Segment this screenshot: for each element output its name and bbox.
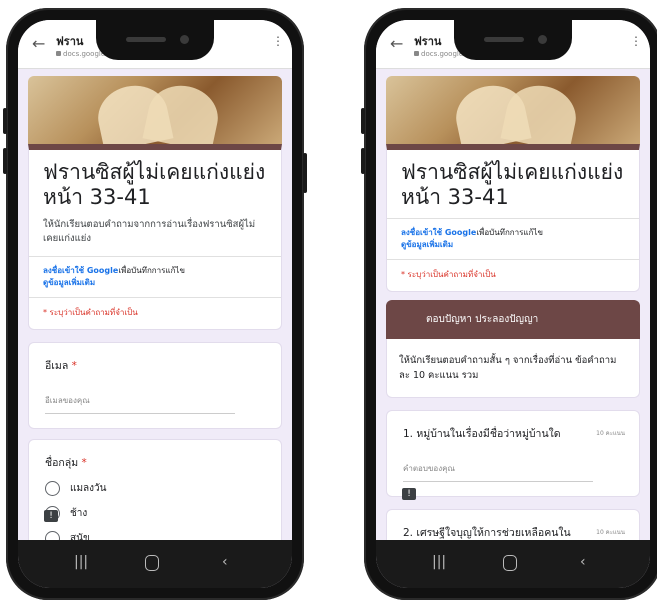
back-arrow-icon[interactable]: ← xyxy=(390,34,403,53)
required-note: * ระบุว่าเป็นคำถามที่จำเป็น xyxy=(43,308,138,317)
feedback-icon[interactable]: ! xyxy=(44,510,58,522)
form-title: ฟรานซิสผู้ไม่เคยแก่งแย่ง หน้า 33-41 xyxy=(401,160,624,209)
radio-option[interactable]: แมลงวัน xyxy=(45,481,267,496)
signin-link[interactable]: ลงชื่อเข้าใช้ Google xyxy=(401,228,476,237)
question-2-label: 2. เศรษฐีใจบุญให้การช่วยเหลือคนในหมู่บ้า… xyxy=(403,527,571,539)
recent-apps-icon[interactable]: ||| xyxy=(74,554,88,570)
feedback-icon[interactable]: ! xyxy=(402,488,416,500)
signin-link[interactable]: ลงชื่อเข้าใช้ Google xyxy=(43,266,118,275)
lock-icon xyxy=(56,51,61,56)
form-title-card: ฟรานซิสผู้ไม่เคยแก่งแย่ง หน้า 33-41 ลงชื… xyxy=(386,144,640,292)
radio-option[interactable]: สุนัข xyxy=(45,531,267,540)
back-nav-icon[interactable]: ‹ xyxy=(580,554,586,570)
android-navbar: ||| ‹ xyxy=(376,540,650,588)
phone-right: ← ฟราน docs.google.com ⋮ ฟรานซิสผู้ไม่เค… xyxy=(361,8,657,600)
question-1-points: 10 คะแนน xyxy=(596,430,625,437)
browser-title: ฟราน xyxy=(56,35,84,48)
learn-more-link[interactable]: ดูข้อมูลเพิ่มเติม xyxy=(43,278,95,287)
power-button xyxy=(303,153,307,193)
form-content: ฟรานซิสผู้ไม่เคยแก่งแย่ง หน้า 33-41 ลงชื… xyxy=(376,68,650,540)
volume-button xyxy=(3,148,7,174)
notch xyxy=(454,20,572,60)
group-label: ชื่อกลุ่ม * xyxy=(45,457,87,469)
home-icon[interactable] xyxy=(145,555,159,571)
header-image xyxy=(28,76,282,144)
recent-apps-icon[interactable]: ||| xyxy=(432,554,446,570)
back-arrow-icon[interactable]: ← xyxy=(32,34,45,53)
learn-more-link[interactable]: ดูข้อมูลเพิ่มเติม xyxy=(401,240,453,249)
question-card-2: 2. เศรษฐีใจบุญให้การช่วยเหลือคนในหมู่บ้า… xyxy=(386,509,640,540)
answer-input-1[interactable]: คำตอบของคุณ xyxy=(403,462,593,482)
signin-notice: ลงชื่อเข้าใช้ Googleเพื่อบันทึกการแก้ไข … xyxy=(43,266,185,287)
volume-button xyxy=(3,108,7,134)
header-image xyxy=(386,76,640,144)
signin-notice: ลงชื่อเข้าใช้ Googleเพื่อบันทึกการแก้ไข … xyxy=(401,228,543,249)
home-icon[interactable] xyxy=(503,555,517,571)
phone-screen: ← ฟราน docs.google.com ⋮ ฟรานซิสผู้ไม่เค… xyxy=(376,20,650,588)
question-card-1: 1. หมู่บ้านในเรื่องมีชื่อว่าหมู่บ้านใด 1… xyxy=(386,410,640,497)
group-question-card: ชื่อกลุ่ม * แมลงวัน ช้าง สุนัข xyxy=(28,439,282,540)
phone-screen: ← ฟราน docs.google.com ⋮ ฟรานซิสผู้ไม่เค… xyxy=(18,20,292,588)
required-note: * ระบุว่าเป็นคำถามที่จำเป็น xyxy=(401,270,496,279)
radio-option[interactable]: ช้าง xyxy=(45,506,267,521)
form-title-card: ฟรานซิสผู้ไม่เคยแก่งแย่ง หน้า 33-41 ให้น… xyxy=(28,144,282,330)
volume-button xyxy=(361,148,365,174)
phone-left: ← ฟราน docs.google.com ⋮ ฟรานซิสผู้ไม่เค… xyxy=(3,8,307,600)
radio-button[interactable] xyxy=(45,531,60,540)
section-description: ให้นักเรียนตอบคำถามสั้น ๆ จากเรื่องที่อ่… xyxy=(386,339,640,398)
notch xyxy=(96,20,214,60)
email-label: อีเมล * xyxy=(45,360,77,372)
volume-button xyxy=(361,108,365,134)
radio-button[interactable] xyxy=(45,481,60,496)
email-question-card: อีเมล * อีเมลของคุณ xyxy=(28,342,282,429)
android-navbar: ||| ‹ xyxy=(18,540,292,588)
lock-icon xyxy=(414,51,419,56)
form-content: ฟรานซิสผู้ไม่เคยแก่งแย่ง หน้า 33-41 ให้น… xyxy=(18,68,292,540)
form-title: ฟรานซิสผู้ไม่เคยแก่งแย่ง หน้า 33-41 xyxy=(43,160,266,209)
question-1-label: 1. หมู่บ้านในเรื่องมีชื่อว่าหมู่บ้านใด xyxy=(403,428,561,440)
more-menu-icon[interactable]: ⋮ xyxy=(272,34,284,48)
email-input[interactable]: อีเมลของคุณ xyxy=(45,394,235,414)
back-nav-icon[interactable]: ‹ xyxy=(222,554,228,570)
form-description: ให้นักเรียนตอบคำถามจากการอ่านเรื่องฟรานซ… xyxy=(43,219,256,244)
section-header: ตอบปัญหา ประลองปัญญา xyxy=(386,300,640,339)
question-2-points: 10 คะแนน xyxy=(596,529,625,536)
browser-title: ฟราน xyxy=(414,35,442,48)
more-menu-icon[interactable]: ⋮ xyxy=(630,34,642,48)
